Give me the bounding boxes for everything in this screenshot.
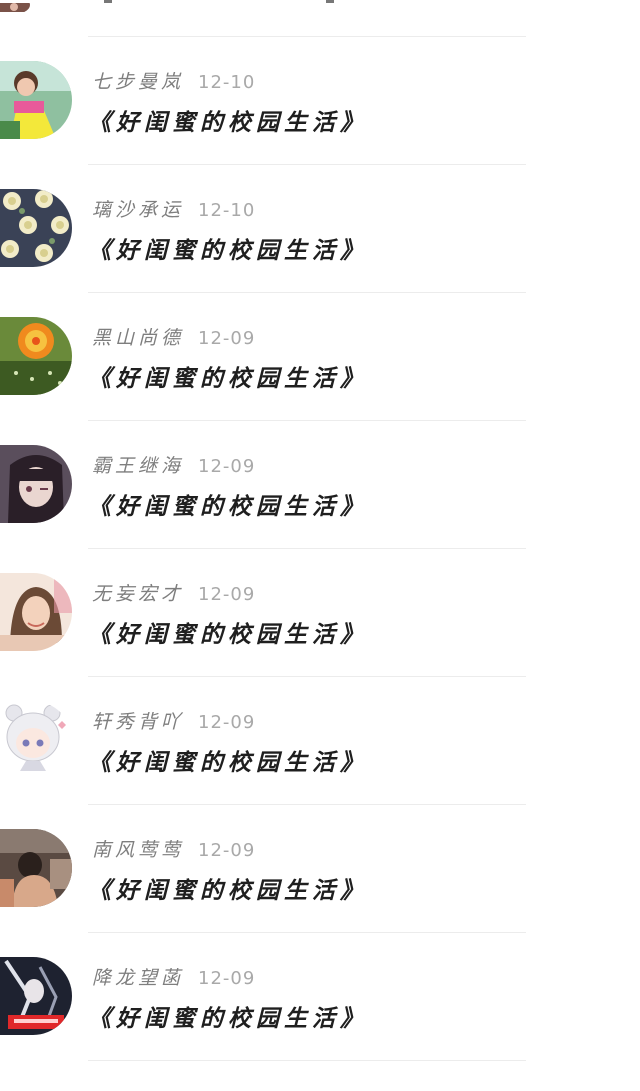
comment-username[interactable]: 轩秀背吖: [92, 711, 184, 733]
partial-avatar[interactable]: [0, 0, 30, 12]
divider: [88, 548, 526, 549]
comment-date: 12-09: [198, 456, 256, 477]
dim-room-photo-avatar[interactable]: [0, 829, 72, 907]
girl-photo-avatar[interactable]: [0, 61, 72, 139]
comment-username[interactable]: 黑山尚德: [92, 327, 184, 349]
comment-date: 12-09: [198, 584, 256, 605]
chibi-bear-hood-avatar[interactable]: [0, 701, 72, 779]
divider: [88, 420, 526, 421]
comment-date: 12-09: [198, 840, 256, 861]
comment-work-title[interactable]: 《好闺蜜的校园生活》: [88, 743, 368, 777]
comment-username[interactable]: 南风莺莺: [92, 839, 184, 861]
comment-work-title[interactable]: 《好闺蜜的校园生活》: [88, 231, 368, 265]
woman-photo-avatar[interactable]: [0, 573, 72, 651]
divider: [88, 36, 526, 37]
comment-work-title[interactable]: 《好闺蜜的校园生活》: [88, 487, 368, 521]
comment-date: 12-10: [198, 72, 256, 93]
comment-username[interactable]: 七步曼岚: [92, 71, 184, 93]
comment-username[interactable]: 霸王继海: [92, 455, 184, 477]
cactus-flower-avatar[interactable]: [0, 317, 72, 395]
comment-date: 12-10: [198, 200, 256, 221]
partial-title-fragment: [100, 0, 340, 4]
dark-anime-avatar[interactable]: [0, 957, 72, 1035]
comment-row[interactable]: 黑山尚德 12-09 《好闺蜜的校园生活》: [0, 317, 640, 451]
divider: [88, 804, 526, 805]
comment-row[interactable]: 轩秀背吖 12-09 《好闺蜜的校园生活》: [0, 701, 640, 835]
floral-pattern-avatar[interactable]: [0, 189, 72, 267]
comment-work-title[interactable]: 《好闺蜜的校园生活》: [88, 359, 368, 393]
comment-row[interactable]: 南风莺莺 12-09 《好闺蜜的校园生活》: [0, 829, 640, 963]
comment-row[interactable]: 降龙望菡 12-09 《好闺蜜的校园生活》: [0, 957, 640, 1091]
comment-date: 12-09: [198, 712, 256, 733]
divider: [88, 932, 526, 933]
comment-username[interactable]: 无妄宏才: [92, 583, 184, 605]
comment-row[interactable]: 璃沙承运 12-10 《好闺蜜的校园生活》: [0, 189, 640, 323]
divider: [88, 676, 526, 677]
comment-username[interactable]: 降龙望菡: [92, 967, 184, 989]
comment-row[interactable]: 无妄宏才 12-09 《好闺蜜的校园生活》: [0, 573, 640, 707]
comment-work-title[interactable]: 《好闺蜜的校园生活》: [88, 103, 368, 137]
comment-row[interactable]: 七步曼岚 12-10 《好闺蜜的校园生活》: [0, 61, 640, 195]
divider: [88, 164, 526, 165]
anime-girl-avatar[interactable]: [0, 445, 72, 523]
comment-work-title[interactable]: 《好闺蜜的校园生活》: [88, 999, 368, 1033]
divider: [88, 1060, 526, 1061]
comment-date: 12-09: [198, 968, 256, 989]
comment-work-title[interactable]: 《好闺蜜的校园生活》: [88, 871, 368, 905]
comment-date: 12-09: [198, 328, 256, 349]
comment-username[interactable]: 璃沙承运: [92, 199, 184, 221]
divider: [88, 292, 526, 293]
comment-work-title[interactable]: 《好闺蜜的校园生活》: [88, 615, 368, 649]
comment-row[interactable]: 霸王继海 12-09 《好闺蜜的校园生活》: [0, 445, 640, 579]
